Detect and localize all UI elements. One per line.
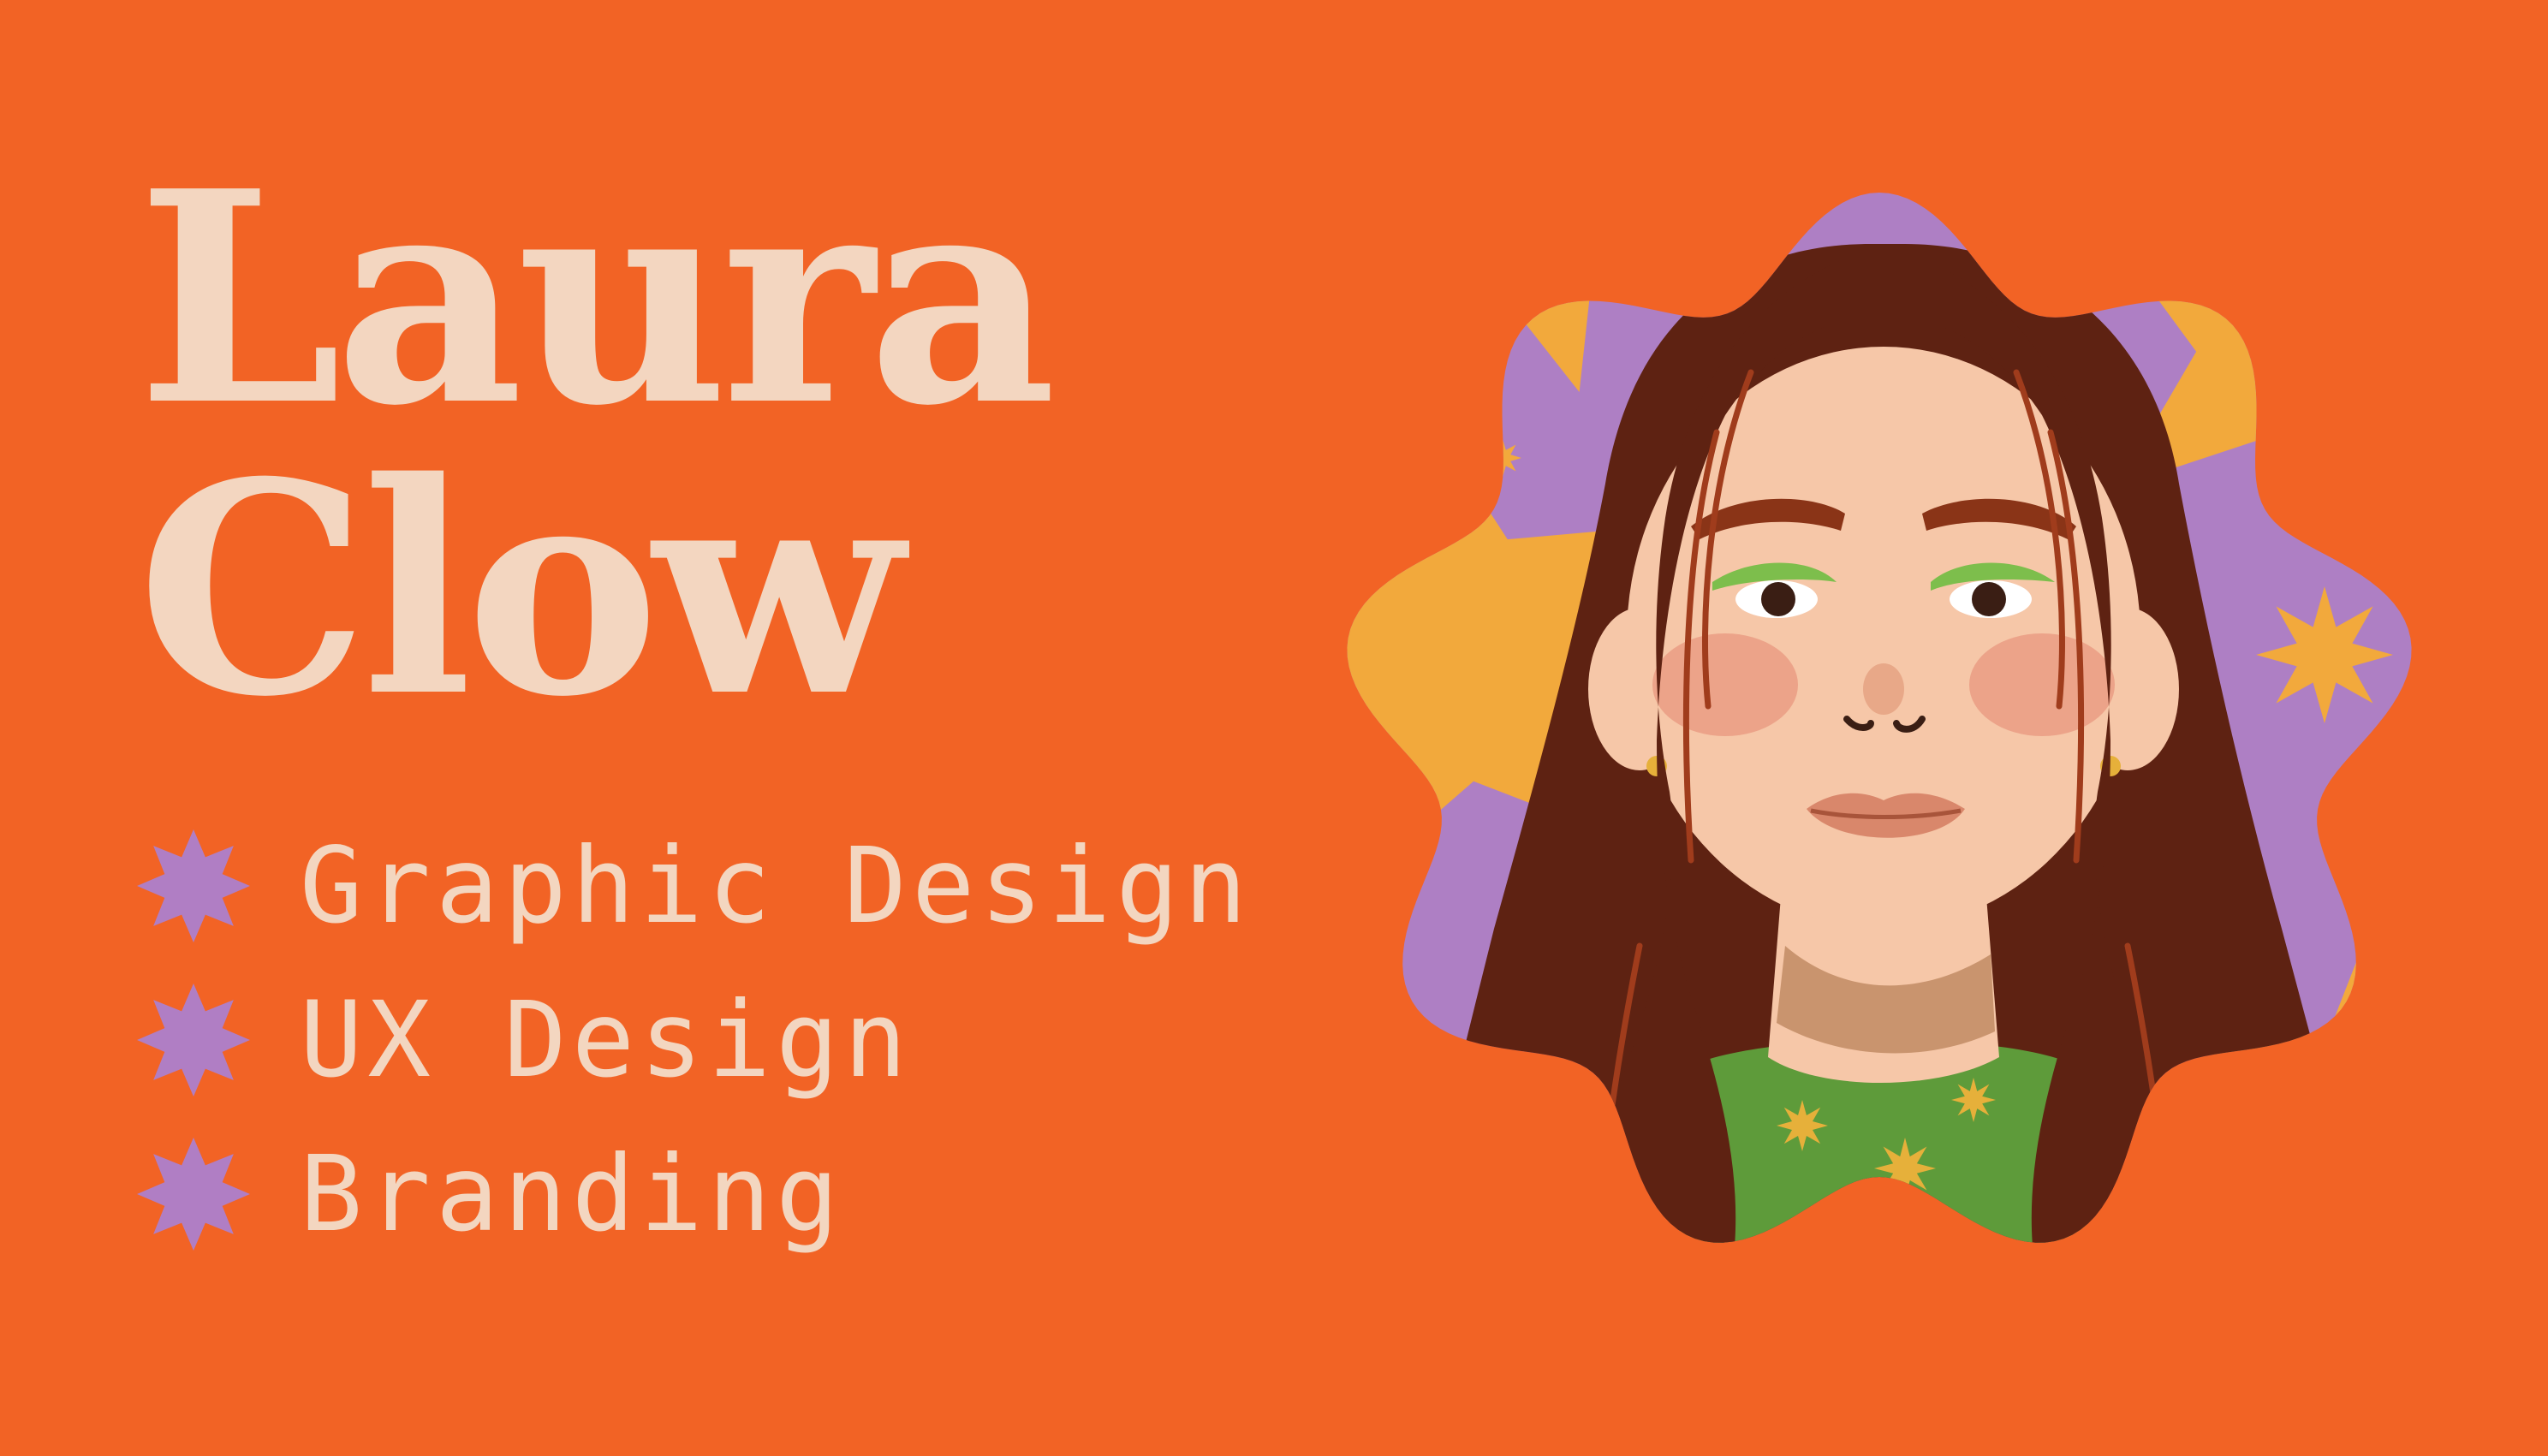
shirt-star [1831,1215,1876,1243]
shirt-star [1951,1078,1996,1122]
background-star [1484,439,1521,477]
service-item: Branding [137,1117,1252,1271]
left-pupil [1761,582,1795,616]
background-star [2365,511,2396,542]
right-blush [1969,633,2115,736]
service-item: Graphic Design [137,809,1252,963]
last-name: Clow [137,419,903,761]
business-card: Laura Clow Graphic Design UX Design Bran… [0,0,2548,1456]
services-list: Graphic Design UX Design Branding [137,809,1252,1271]
left-blush [1652,633,1798,736]
eight-point-star-icon [137,1138,250,1251]
first-name: Laura [137,128,1057,470]
right-pupil [1972,582,2006,616]
background-star [2256,586,2393,723]
shirt-star [1874,1138,1936,1199]
service-label: Branding [300,1133,844,1255]
eight-point-star-icon [137,984,250,1096]
nose [1863,663,1904,715]
portrait-illustration [1347,193,2412,1243]
portrait-frame [1347,193,2412,1243]
service-label: UX Design [300,979,913,1101]
service-item: UX Design [137,963,1252,1117]
eight-point-star-icon [137,829,250,942]
shirt-star [1777,1100,1828,1151]
background-star [2346,800,2380,835]
service-label: Graphic Design [300,825,1253,947]
